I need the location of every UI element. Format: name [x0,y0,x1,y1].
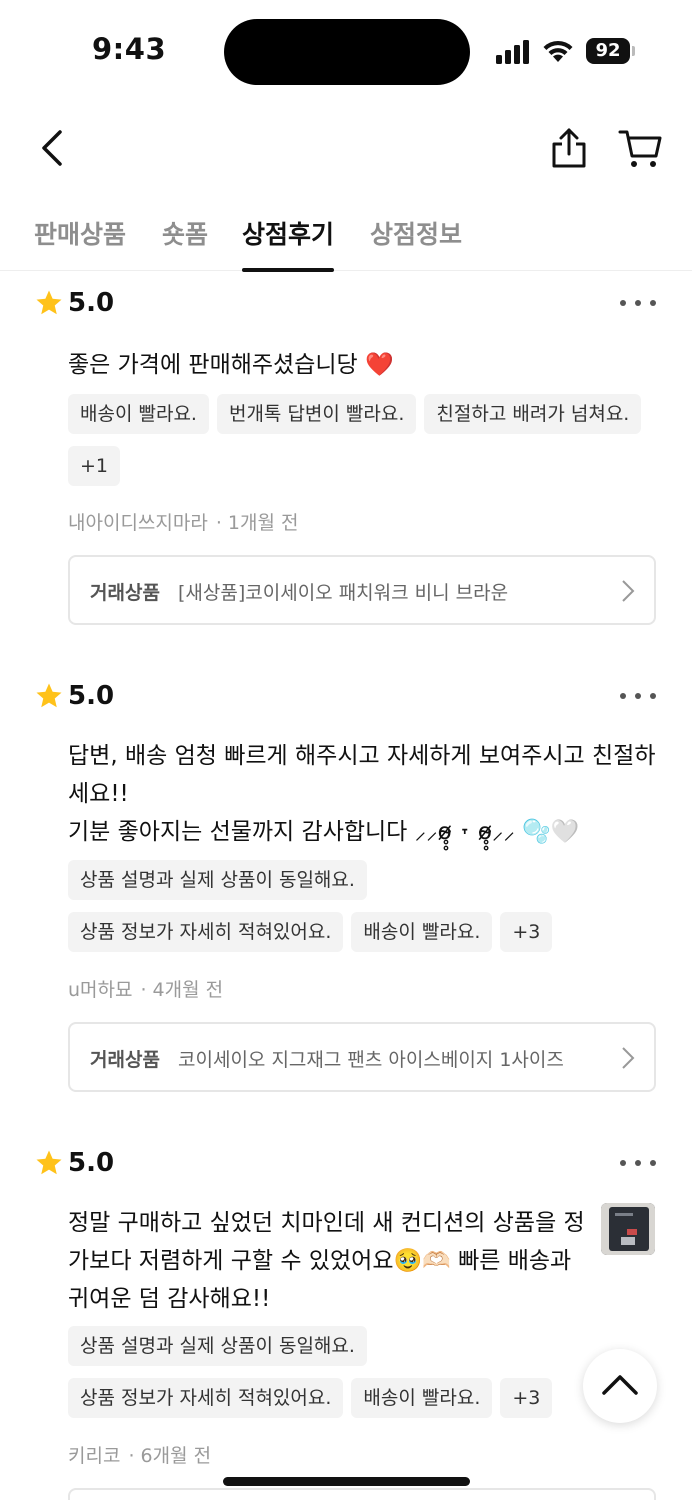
review-item: 5.0 답변, 배송 엄청 빠르게 해주시고 자세하게 보여주시고 친절하 세요… [0,679,692,1099]
more-options-icon[interactable] [620,294,660,314]
review-tag: 상품 정보가 자세히 적혀있어요. [68,1378,344,1418]
store-tabs: 판매상품 숏폼 상점후기 상점정보 [0,205,692,272]
more-options-icon[interactable] [620,1154,660,1174]
dynamic-island [224,19,470,85]
chevron-left-icon[interactable] [30,124,78,172]
review-text: 정말 구매하고 싶었던 치마인데 새 컨디션의 상품을 정 가보다 저렴하게 구… [68,1210,585,1312]
review-time: 4개월 전 [152,979,224,1001]
more-tags-button[interactable]: +3 [500,1378,553,1418]
review-tag: 배송이 빨라요. [351,1378,493,1418]
more-tags-button[interactable]: +1 [68,446,121,486]
review-tag: 번개톡 답변이 빨라요. [216,394,417,434]
status-bar: 9:43 92 [0,0,692,100]
review-time: 1개월 전 [227,512,299,534]
cart-icon[interactable] [616,124,664,172]
star-icon [36,1150,62,1175]
battery-cap [632,46,635,56]
review-item: 5.0 좋은 가격에 판매해주셨습니당 ❤️ 배송이 빨라요. 번개톡 답변이 … [0,286,692,636]
chevron-right-icon [622,580,635,602]
review-tag: 상품 정보가 자세히 적혀있어요. [68,912,344,952]
status-time: 9:43 [92,32,167,66]
review-text: 좋은 가격에 판매해주셨습니당 ❤️ [68,352,394,378]
traded-product-link[interactable]: 거래상품 코이세이오 지그재그 팬츠 아이스베이지 1사이즈 [68,1022,656,1092]
product-label: 거래상품 [90,1049,160,1071]
more-options-icon[interactable] [620,687,660,707]
review-tags: 배송이 빨라요. 번개톡 답변이 빨라요. 친절하고 배려가 넘쳐요. +1 [68,394,658,498]
tab-store-info[interactable]: 상점정보 [370,215,462,271]
more-tags-button[interactable]: +3 [500,912,553,952]
product-name: 코이세이오 지그재그 팬츠 아이스베이지 1사이즈 [178,1049,564,1071]
review-tag: 상품 설명과 실제 상품이 동일해요. [68,1326,367,1366]
review-meta: u머하묘 · 4개월 전 [68,979,224,1001]
wifi-icon [543,40,573,62]
review-rating: 5.0 [34,1146,114,1180]
review-author[interactable]: 내아이디쓰지마라 [68,512,208,534]
review-tag: 배송이 빨라요. [68,394,209,434]
scroll-to-top-button[interactable] [583,1349,657,1423]
review-text: 답변, 배송 엄청 빠르게 해주시고 자세하게 보여주시고 친절하 세요!! 기… [68,743,656,845]
review-rating: 5.0 [34,679,114,713]
tab-products[interactable]: 판매상품 [34,215,126,271]
rating-value: 5.0 [68,1148,115,1178]
cellular-signal-icon [496,40,532,64]
home-indicator [223,1477,470,1486]
top-nav-bar [0,110,692,190]
rating-value: 5.0 [68,288,115,318]
review-author[interactable]: 키리코 [68,1445,120,1467]
tab-shortform[interactable]: 숏폼 [162,215,208,271]
product-label: 거래상품 [90,582,160,604]
review-author[interactable]: u머하묘 [68,979,132,1001]
review-photo-thumbnail[interactable] [601,1203,655,1255]
review-time: 6개월 전 [140,1445,212,1467]
star-icon [36,290,62,315]
rating-value: 5.0 [68,681,115,711]
battery-indicator: 92 [586,38,630,64]
traded-product-link[interactable] [68,1488,656,1500]
share-icon[interactable] [546,124,592,172]
review-rating: 5.0 [34,286,114,320]
review-item: 5.0 정말 구매하고 싶었던 치마인데 새 컨디션의 상품을 정 가보다 저렴… [0,1146,692,1476]
review-tag: 배송이 빨라요. [351,912,493,952]
review-meta: 내아이디쓰지마라 · 1개월 전 [68,512,299,534]
tab-reviews[interactable]: 상점후기 [242,215,335,272]
review-tag: 친절하고 배려가 넘쳐요. [424,394,642,434]
review-tags: 상품 설명과 실제 상품이 동일해요. 상품 정보가 자세히 적혀있어요. 배송… [68,860,658,964]
review-meta: 키리코 · 6개월 전 [68,1445,212,1467]
product-name: [새상품]코이세이오 패치워크 비니 브라운 [178,582,509,604]
chevron-up-icon [602,1375,638,1395]
review-tag: 상품 설명과 실제 상품이 동일해요. [68,860,367,900]
chevron-right-icon [622,1047,635,1069]
review-tags: 상품 설명과 실제 상품이 동일해요. 상품 정보가 자세히 적혀있어요. 배송… [68,1326,658,1430]
star-icon [36,683,62,708]
traded-product-link[interactable]: 거래상품 [새상품]코이세이오 패치워크 비니 브라운 [68,555,656,625]
